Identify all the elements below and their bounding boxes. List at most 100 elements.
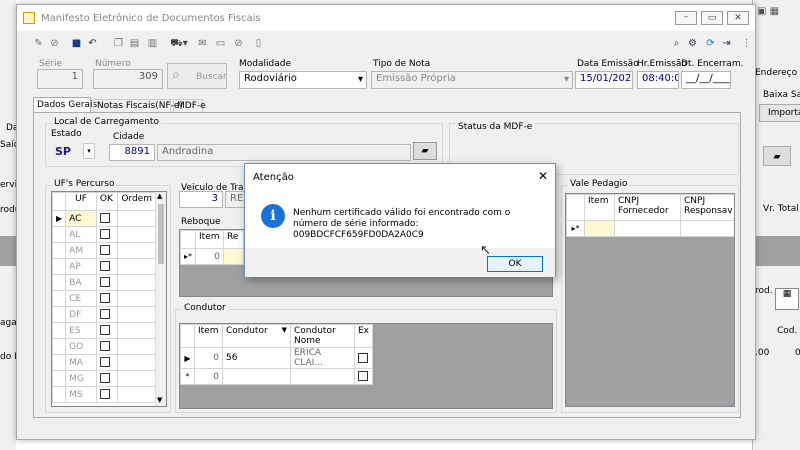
table-row[interactable]: GO (52, 338, 156, 355)
buscar-button[interactable]: ⌕ Buscar (167, 63, 227, 89)
tools-icon[interactable]: ⚙ (687, 38, 698, 49)
ordem-cell[interactable] (117, 290, 156, 307)
exit-icon[interactable]: ⇥ (721, 38, 732, 49)
ufs-grid[interactable]: UF OK Ordem ▶ AC AL AM AP BA CE DF ES GO MA MG MS ▲ … (51, 191, 167, 407)
mail-icon[interactable]: ✉ (197, 38, 208, 49)
block-icon[interactable]: ⊘ (233, 38, 244, 49)
table-row[interactable]: * 0 (180, 368, 374, 385)
vale-pedagio-grid[interactable]: Item CNPJ Fornecedor CNPJ Responsav ▸* (565, 193, 735, 407)
condutor-code-cell[interactable] (222, 368, 291, 385)
vale-item-cell[interactable] (584, 220, 615, 237)
table-row[interactable]: AL (52, 226, 156, 243)
bg-grid-icon[interactable]: ▦ (775, 288, 799, 310)
ok-button[interactable]: OK (487, 256, 543, 272)
vale-cnpj-cell[interactable] (614, 220, 681, 237)
modalidade-value: Rodoviário (244, 73, 297, 84)
ordem-cell[interactable] (117, 386, 156, 403)
chevron-up-icon[interactable]: ▲ (157, 192, 162, 200)
table-row[interactable]: AM (52, 242, 156, 259)
table-row[interactable]: MS (52, 386, 156, 403)
table-row[interactable]: ▶ 0 56 ERICA CLAI... (180, 347, 374, 369)
table-row[interactable]: DF (52, 306, 156, 323)
modalidade-select[interactable]: Rodoviário ▾ (239, 71, 367, 89)
ok-checkbox[interactable] (95, 306, 119, 323)
tab-dados-gerais[interactable]: Dados Gerais (33, 97, 97, 113)
ufs-scrollbar[interactable]: ▲ ▼ (155, 192, 166, 406)
folder-icon[interactable]: ▭ (215, 38, 226, 49)
ordem-cell[interactable] (117, 226, 156, 243)
maximize-button[interactable]: ▭ (701, 11, 723, 25)
bg-import-button[interactable]: Importar N (759, 104, 800, 122)
ok-checkbox[interactable] (95, 274, 119, 291)
title-bar[interactable]: Manifesto Eletrônico de Documentos Fisca… (17, 5, 755, 31)
reboque-re-cell[interactable] (223, 248, 245, 265)
veiculo-code-field[interactable]: 3 (179, 191, 223, 208)
estado-value[interactable]: SP (55, 145, 71, 158)
close-button[interactable]: ✕ (727, 11, 749, 25)
truck-dropdown-icon[interactable]: ⛟▾ (169, 38, 189, 49)
table-row[interactable]: ES (52, 322, 156, 339)
ok-checkbox[interactable] (95, 386, 119, 403)
search-icon[interactable]: ⌕ (671, 38, 682, 49)
ex-checkbox[interactable] (353, 368, 374, 385)
ordem-cell[interactable] (117, 258, 156, 275)
options-icon[interactable]: ⋮ (741, 38, 752, 49)
ordem-cell[interactable] (117, 242, 156, 259)
save-icon[interactable]: ■ (71, 38, 82, 49)
ok-checkbox[interactable] (95, 370, 119, 387)
vale-resp-cell[interactable] (680, 220, 734, 237)
chevron-down-icon[interactable]: ▼ (157, 396, 162, 404)
copy-icon[interactable]: ❐ (113, 38, 124, 49)
ok-checkbox[interactable] (95, 226, 119, 243)
ok-checkbox[interactable] (95, 322, 119, 339)
vale-pedagio-table: Item CNPJ Fornecedor CNPJ Responsav ▸* (566, 194, 734, 237)
ordem-cell[interactable] (117, 322, 156, 339)
car-search-icon[interactable]: ▰ (413, 142, 437, 160)
edit-icon[interactable]: ✎ (33, 38, 44, 49)
tipo-nota-select[interactable]: Emissão Própria ▾ (371, 71, 573, 89)
condutor-code-cell[interactable]: 56 (222, 347, 291, 369)
ordem-cell[interactable] (117, 370, 156, 387)
ok-checkbox[interactable] (95, 338, 119, 355)
cancel-icon[interactable]: ⊘ (49, 38, 60, 49)
ok-checkbox[interactable] (95, 354, 119, 371)
minimize-button[interactable]: – (675, 11, 697, 25)
dialog-close-icon[interactable]: ✕ (535, 168, 551, 184)
scroll-thumb[interactable] (158, 204, 164, 264)
table-row[interactable]: MA (52, 354, 156, 371)
bg-car-icon[interactable]: ▰ (763, 146, 791, 166)
ok-checkbox[interactable] (95, 242, 119, 259)
hr-emissao-field[interactable]: 08:40:04 (637, 71, 679, 89)
table-row[interactable]: BA (52, 274, 156, 291)
dt-encerram-field[interactable]: __/__/____ (681, 71, 731, 89)
print-icon[interactable]: ▥ (147, 38, 158, 49)
table-row[interactable]: AP (52, 258, 156, 275)
undo-icon[interactable]: ↶ (87, 38, 98, 49)
ordem-cell[interactable] (117, 306, 156, 323)
ordem-cell[interactable] (117, 274, 156, 291)
condutor-item-cell[interactable]: 0 (194, 368, 223, 385)
uf-cell: AP (65, 258, 97, 275)
ordem-cell[interactable] (117, 354, 156, 371)
data-emissao-field[interactable]: 15/01/2025 (575, 71, 633, 89)
tab-mdfe[interactable]: MDF-e (173, 99, 206, 113)
doc-icon[interactable]: ▯ (253, 38, 264, 49)
table-row[interactable]: ▶ AC (52, 210, 156, 227)
refresh-icon[interactable]: ⟳ (705, 38, 716, 49)
ordem-cell[interactable] (117, 338, 156, 355)
row-marker (52, 258, 67, 275)
ordem-cell[interactable] (117, 210, 156, 227)
delete-icon[interactable]: ▤ (129, 38, 140, 49)
estado-dropdown[interactable]: ▾ (83, 143, 95, 159)
reboque-item-cell[interactable]: 0 (195, 248, 225, 265)
condutor-grid[interactable]: Item Condutor ▼ Condutor Nome Ex ▶ 0 56 … (179, 323, 553, 409)
cidade-code-field[interactable]: 8891 (109, 144, 155, 161)
ok-checkbox[interactable] (95, 210, 119, 227)
condutor-item-cell[interactable]: 0 (194, 347, 223, 369)
ex-checkbox[interactable] (353, 347, 374, 369)
table-row[interactable]: MG (52, 370, 156, 387)
tab-notas-fiscais[interactable]: Notas Fiscais(NF-e) (93, 99, 183, 113)
ok-checkbox[interactable] (95, 290, 119, 307)
table-row[interactable]: CE (52, 290, 156, 307)
ok-checkbox[interactable] (95, 258, 119, 275)
